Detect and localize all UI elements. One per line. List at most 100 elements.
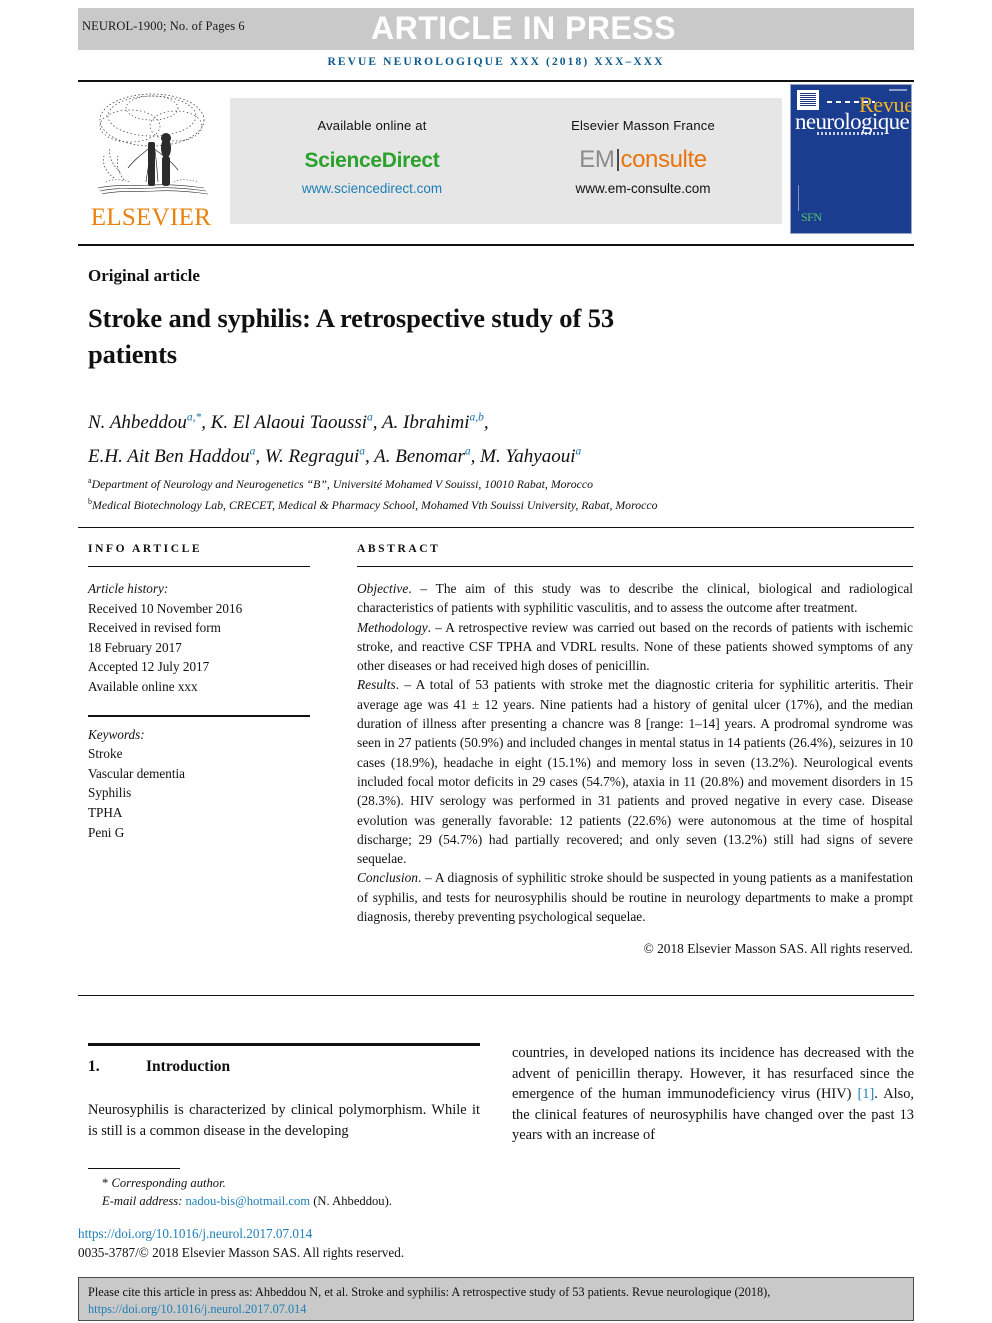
abstract-objective-text: . – The aim of this study was to describ… — [357, 581, 913, 616]
emconsulte-logo: EM consulte — [512, 146, 774, 174]
journal-reference-line: REVUE NEUROLOGIQUE XXX (2018) XXX–XXX — [327, 56, 665, 68]
footnote-block: * Corresponding author. E-mail address: … — [88, 1174, 488, 1210]
abstract-methodology-label: Methodology — [357, 619, 428, 635]
cover-spine-decoration — [798, 185, 799, 211]
affiliation-list: aDepartment of Neurology and Neurogeneti… — [88, 472, 908, 514]
history-item: Received in revised form — [88, 620, 221, 636]
affiliation-a: aDepartment of Neurology and Neurogeneti… — [88, 472, 908, 493]
abstract-copyright: © 2018 Elsevier Masson SAS. All rights r… — [643, 941, 913, 957]
author-name: , M. Yahyaoui — [470, 445, 576, 467]
corresponding-author-note: * Corresponding author. — [88, 1174, 488, 1192]
sciencedirect-logo: ScienceDirect — [304, 149, 440, 172]
keywords-block: Keywords: Stroke Vascular dementia Syphi… — [88, 725, 310, 843]
cover-society-mark: SFN — [801, 210, 822, 224]
info-heading-rule — [88, 566, 310, 567]
abstract-conclusion-text: . – A diagnosis of syphilitic stroke sho… — [357, 870, 913, 925]
introduction-paragraph-right: countries, in developed nations its inci… — [512, 1043, 914, 1146]
reference-link-1[interactable]: [1] — [858, 1086, 875, 1102]
history-item: Accepted 12 July 2017 — [88, 659, 210, 675]
emconsulte-url[interactable]: www.em-consulte.com — [512, 181, 774, 196]
emconsulte-consulte-text: consulte — [620, 146, 708, 173]
publisher-masthead: ELSEVIER Available online at ScienceDire… — [78, 84, 914, 236]
cover-subtitle-decoration — [817, 132, 883, 135]
author-name: , A. Benomar — [364, 445, 465, 467]
author-name: , K. El Alaoui Taoussi — [201, 412, 368, 434]
history-item: 18 February 2017 — [88, 639, 182, 655]
history-item: Received 10 November 2016 — [88, 600, 243, 616]
email-link[interactable]: nadou-bis@hotmail.com — [186, 1194, 311, 1208]
email-owner: (N. Ahbeddou). — [313, 1194, 392, 1208]
abstract-body: Objective. – The aim of this study was t… — [357, 579, 913, 926]
author-name: E.H. Ait Ben Haddou — [88, 445, 250, 467]
journal-cover-thumbnail: Revue neurologique SFN — [790, 84, 912, 234]
emconsulte-em-text: EM — [579, 146, 615, 173]
elsevier-logo: ELSEVIER — [90, 86, 212, 234]
abstract-heading-rule — [357, 566, 913, 567]
abstract-results-text: . – A total of 53 patients with stroke m… — [357, 677, 913, 867]
article-in-press-banner: NEUROL-1900; No. of Pages 6 ARTICLE IN P… — [78, 8, 914, 50]
abstract-results-label: Results — [357, 677, 396, 693]
email-label: E-mail address: — [102, 1194, 183, 1208]
abstract-section-top-rule — [78, 527, 914, 528]
keyword-item: Peni G — [88, 824, 125, 840]
history-item: Available online xxx — [88, 678, 198, 694]
please-cite-box: Please cite this article in press as: Ah… — [78, 1277, 914, 1321]
email-note: E-mail address: nadou-bis@hotmail.com (N… — [88, 1192, 488, 1210]
doi-link[interactable]: https://doi.org/10.1016/j.neurol.2017.07… — [78, 1226, 312, 1242]
abstract-methodology-text: . – A retrospective review was carried o… — [357, 619, 913, 674]
keywords-label: Keywords: — [88, 726, 145, 742]
author-list: N. Ahbeddoua,*, K. El Alaoui Taoussi a , A… — [88, 404, 888, 471]
emconsulte-block: Elsevier Masson France EM consulte www.em… — [512, 118, 774, 196]
elsevier-wordmark: ELSEVIER — [90, 204, 212, 231]
masthead-top-rule — [78, 80, 914, 82]
author-separator: , — [483, 412, 489, 434]
abstract-objective-label: Objective — [357, 581, 409, 596]
article-history-label: Article history: — [88, 581, 169, 596]
cite-doi-link[interactable]: https://doi.org/10.1016/j.neurol.2017.07… — [88, 1302, 306, 1316]
author-affil-marker: a,b — [469, 412, 484, 424]
abstract-column: ABSTRACT Objective. – The aim of this st… — [357, 543, 913, 957]
cover-barcode-icon — [889, 89, 907, 91]
info-article-column: INFO ARTICLE Article history: Received 1… — [88, 543, 310, 842]
introduction-section-rule — [88, 1043, 480, 1046]
emconsulte-divider — [616, 149, 619, 171]
elsevier-tree-icon — [97, 93, 209, 195]
masthead-bottom-rule — [78, 244, 914, 246]
availability-panel: Available online at ScienceDirect www.sc… — [230, 98, 782, 224]
author-name: , A. Ibrahimi — [372, 412, 470, 434]
corresponding-author-label: Corresponding author. — [111, 1176, 226, 1190]
sciencedirect-block: Available online at ScienceDirect www.sc… — [238, 118, 506, 196]
author-affil-marker: a — [575, 445, 582, 458]
affiliation-text: Department of Neurology and Neurogenetic… — [91, 476, 593, 491]
keywords-rule — [88, 714, 310, 717]
cover-elsevier-icon — [797, 90, 819, 110]
abstract-conclusion-label: Conclusion — [357, 870, 419, 886]
issn-copyright-line: 0035-3787/© 2018 Elsevier Masson SAS. Al… — [78, 1245, 405, 1260]
section-title: Introduction — [146, 1058, 231, 1075]
corresponding-marker: * — [102, 1176, 109, 1190]
affiliation-text: Medical Biotechnology Lab, CRECET, Medic… — [92, 497, 658, 512]
cite-text: Please cite this article in press as: Ah… — [88, 1285, 771, 1299]
author-name: , W. Regragui — [255, 445, 360, 467]
author-line-2: E.H. Ait Ben Haddoua, W. Regraguia, A. B… — [88, 445, 582, 467]
keyword-item: Vascular dementia — [88, 765, 186, 781]
keyword-item: TPHA — [88, 804, 123, 820]
footnote-separator-rule — [88, 1168, 180, 1169]
author-affil-marker: a,* — [186, 412, 202, 424]
keyword-item: Stroke — [88, 746, 123, 762]
section-heading-introduction: 1. Introduction — [88, 1058, 230, 1076]
abstract-section-bottom-rule — [78, 995, 914, 996]
available-online-label: Available online at — [317, 118, 427, 133]
intro-text-part-a: countries, in developed nations its inci… — [512, 1045, 914, 1102]
abstract-heading: ABSTRACT — [357, 543, 441, 555]
abstract-methodology: Methodology. – A retrospective review wa… — [357, 618, 913, 676]
introduction-paragraph-left: Neurosyphilis is characterized by clinic… — [88, 1102, 480, 1139]
article-type-label: Original article — [88, 266, 200, 285]
affiliation-b: bMedical Biotechnology Lab, CRECET, Medi… — [88, 493, 908, 514]
abstract-conclusion: Conclusion. – A diagnosis of syphilitic … — [357, 868, 913, 926]
abstract-objective: Objective. – The aim of this study was t… — [357, 579, 913, 618]
elsevier-masson-label: Elsevier Masson France — [571, 118, 715, 133]
abstract-results: Results. – A total of 53 patients with s… — [357, 675, 913, 868]
sciencedirect-url[interactable]: www.sciencedirect.com — [238, 181, 506, 196]
article-history-block: Article history: Received 10 November 20… — [88, 579, 310, 697]
